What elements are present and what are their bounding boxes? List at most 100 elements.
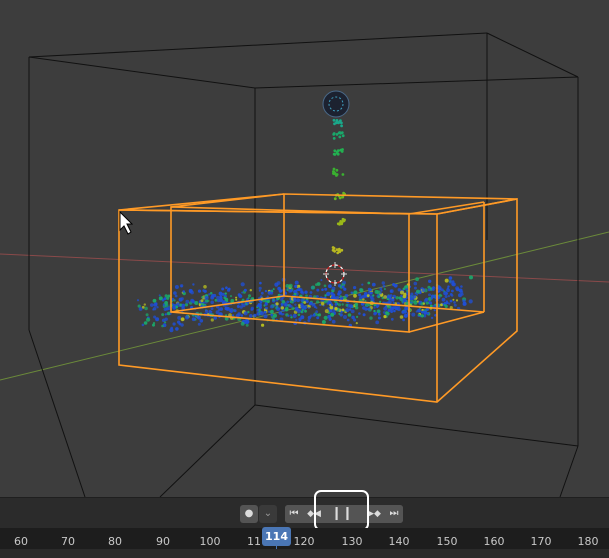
particle (462, 301, 467, 306)
droplet-particle (337, 131, 341, 135)
particle (136, 299, 140, 302)
particle (367, 281, 371, 285)
emitter-sphere (322, 90, 350, 118)
pause-icon[interactable]: ❙❙ (325, 505, 359, 523)
particle (393, 306, 397, 310)
droplet-particle (341, 148, 344, 151)
particle (180, 317, 185, 322)
particle (153, 302, 158, 307)
record-dot-icon[interactable]: ● (240, 505, 258, 523)
chevron-down-icon[interactable]: ⌄ (259, 505, 277, 523)
particle (410, 296, 415, 301)
frame-tick: 170 (530, 535, 552, 548)
particle (375, 320, 380, 325)
particle (203, 285, 207, 289)
particle (224, 292, 227, 295)
particle (351, 315, 355, 320)
particle (343, 287, 347, 291)
particle (428, 279, 432, 283)
particle (156, 306, 159, 309)
particle (200, 299, 204, 303)
particle (366, 294, 370, 297)
particle (194, 301, 199, 305)
particle (215, 310, 220, 315)
particle (399, 315, 404, 319)
current-frame-indicator[interactable]: 114 (262, 527, 291, 546)
particle (286, 300, 290, 304)
particle (297, 309, 301, 313)
particle (307, 315, 312, 320)
particle (258, 286, 262, 290)
3d-viewport[interactable] (0, 0, 609, 497)
particle (350, 309, 355, 314)
timeline-scrollbar[interactable] (0, 549, 609, 558)
scene-canvas[interactable] (0, 0, 609, 497)
particle (376, 309, 381, 314)
particle (367, 307, 371, 311)
particle (152, 298, 157, 303)
particle (346, 318, 350, 322)
particle (400, 290, 404, 295)
particle (229, 295, 233, 298)
droplet-particle (338, 250, 342, 254)
particle (175, 327, 179, 331)
particle (269, 304, 274, 309)
particle (208, 293, 211, 296)
particle (288, 283, 293, 288)
particle (174, 285, 179, 289)
particle (326, 302, 329, 305)
particle (403, 310, 408, 314)
particle (308, 303, 311, 306)
jump-to-end-icon[interactable]: ⏭ (385, 505, 403, 523)
particle (404, 300, 408, 303)
particle (249, 314, 253, 318)
particle (204, 309, 209, 313)
particle (393, 309, 396, 313)
particle (334, 303, 338, 306)
particle (328, 317, 332, 321)
particle (388, 295, 392, 299)
particle (267, 291, 272, 295)
particle (345, 303, 349, 307)
particle (331, 286, 336, 291)
particle (197, 289, 202, 293)
particle (460, 285, 463, 288)
particle (240, 314, 244, 317)
particle (404, 306, 409, 311)
particle (379, 292, 382, 295)
particle (166, 311, 171, 316)
particle (387, 309, 391, 312)
particle (452, 298, 455, 301)
particle (438, 293, 442, 297)
particle (334, 307, 338, 311)
particle (143, 303, 146, 306)
particle (164, 301, 169, 305)
particle (220, 296, 223, 299)
particle (365, 305, 368, 308)
particle (259, 311, 262, 315)
particle (444, 278, 449, 283)
particle (201, 296, 204, 299)
particle (341, 308, 345, 312)
particle (235, 296, 238, 299)
droplet-particle (340, 121, 343, 125)
particle (411, 312, 416, 317)
particle (172, 322, 176, 326)
particle (425, 297, 429, 301)
particle (241, 298, 245, 302)
jump-to-start-icon[interactable]: ⏮ (285, 505, 303, 523)
particle (399, 297, 404, 301)
particle (179, 284, 184, 288)
particle (338, 312, 341, 315)
particle (278, 289, 283, 293)
particle (329, 305, 334, 310)
particle (231, 314, 235, 317)
particle (383, 295, 387, 299)
particle (161, 298, 165, 302)
particle (250, 308, 254, 311)
particle (270, 290, 274, 293)
particle (297, 313, 301, 317)
particle (353, 294, 357, 298)
particle (177, 315, 182, 320)
particle (303, 305, 308, 310)
